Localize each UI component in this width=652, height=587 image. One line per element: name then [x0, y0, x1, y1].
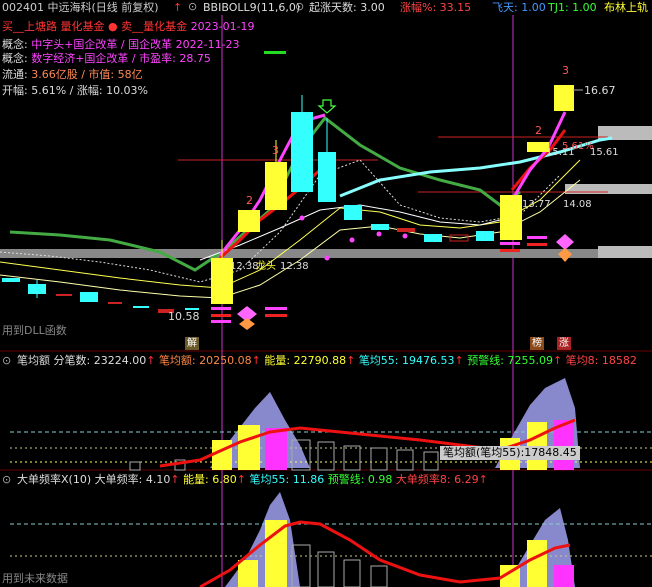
future-data-note: 用到未来数据	[2, 572, 68, 585]
price-1238b: 12.38	[280, 261, 309, 272]
top-signal-mark	[264, 51, 286, 54]
panel2-settings-icon[interactable]: ⊙	[2, 354, 11, 368]
rise-days: 起涨天数: 3.00	[309, 1, 385, 14]
count-label-3b: 3	[562, 64, 569, 77]
price-1377: 13.77	[522, 199, 551, 210]
low-price-label: 10.58	[168, 310, 200, 323]
down-arrow-icon	[317, 99, 337, 114]
panel2-header: 笔均额 分笔数: 23224.00↑ 笔均额: 20250.08↑ 能量: 22…	[17, 354, 637, 367]
dragon-label: 龙头	[256, 261, 276, 272]
info-line-2: 概念: 中字头+国企改革 / 国企改革 2022-11-23	[2, 38, 240, 51]
up-arrow-icon: ↑	[173, 1, 183, 14]
expand-icon[interactable]: ⊙	[188, 0, 197, 14]
tj1: TJ1: 1.00	[548, 1, 597, 14]
change-pct: 涨幅%: 33.15	[400, 1, 472, 14]
pct-561: 5.61%	[562, 141, 594, 152]
feitian: 飞天: 1.00	[492, 1, 546, 14]
bollinger-label: 布林上轨	[604, 1, 648, 14]
resistance-band-3	[598, 246, 652, 258]
price-1408: 14.08	[563, 199, 592, 210]
panel3-header: 大单频率X(10) 大单频率: 4.10↑ 能量: 6.80↑ 笔均55: 11…	[17, 473, 488, 486]
panel3-settings-icon[interactable]: ⊙	[2, 473, 11, 487]
price-1561: 15.61	[590, 147, 619, 158]
diamond-icons	[237, 234, 574, 330]
info-line-3: 概念: 数字经济+国企改革 / 市盈率: 28.75	[2, 52, 211, 65]
zhang-tag[interactable]: 涨	[557, 337, 571, 350]
count-label-2b: 2	[535, 124, 542, 137]
jie-tag[interactable]: 解	[185, 337, 199, 350]
bang-tag[interactable]: 榜	[530, 337, 544, 350]
panel2-tooltip: 笔均额(笔均55):17848.45	[440, 446, 580, 460]
price-1238: 12.38	[230, 261, 259, 272]
panel3-area	[225, 492, 300, 587]
info-line-1: 买__上塘路 量化基金 ● 卖__量化基金 2023-01-19	[2, 20, 255, 33]
count-label-2a: 2	[246, 194, 253, 207]
info-line-4: 流通: 3.66亿股 / 市值: 58亿	[2, 68, 143, 81]
dll-note: 用到DLL函数	[2, 324, 67, 337]
info-line-5: 开幅: 5.61% / 涨幅: 10.03%	[2, 84, 149, 97]
count-label-3a: 3	[272, 144, 279, 157]
settings-icon[interactable]: ⊙	[295, 0, 304, 14]
stock-title[interactable]: 002401 中远海科(日线 前复权)	[2, 1, 159, 15]
indicator-name[interactable]: BBIBOLL9(11,6,0)	[203, 1, 300, 15]
high-price-label: 16.67	[584, 84, 616, 97]
